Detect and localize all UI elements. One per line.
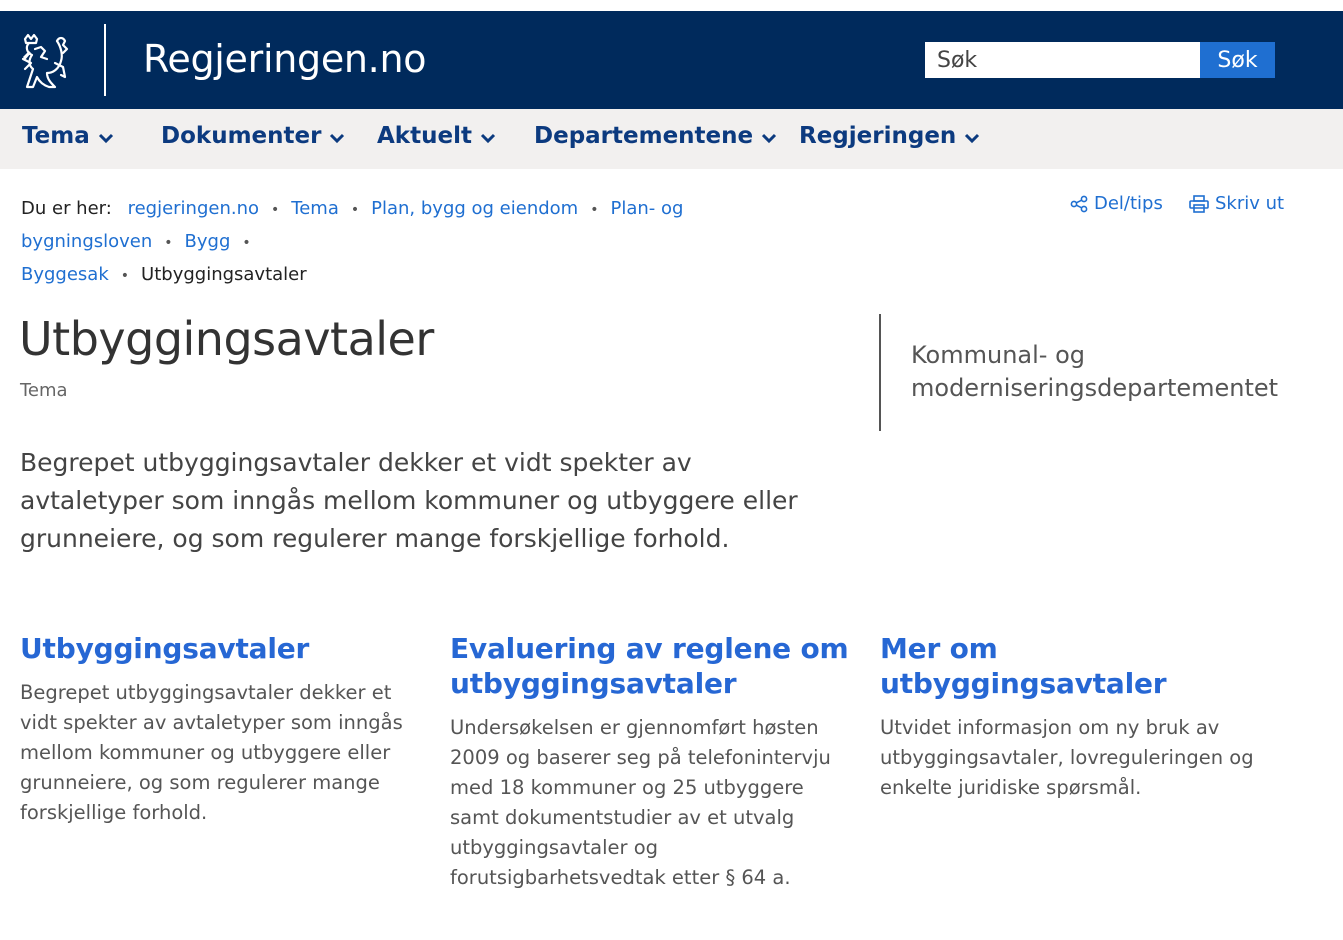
top-strip [0,0,1343,11]
breadcrumb-separator: • [350,202,360,218]
nav-item-label: Aktuelt [377,123,472,149]
nav-item-regjeringen[interactable]: Regjeringen [799,123,980,149]
search-button[interactable]: Søk [1200,42,1275,78]
share-icon [1070,195,1088,212]
site-header: Regjeringen.no Søk [0,11,1343,109]
breadcrumb-link[interactable]: Byggesak [21,264,109,285]
breadcrumb-label: Du er her: [21,198,112,219]
chevron-down-icon [965,133,980,144]
share-button[interactable]: Del/tips [1070,193,1163,214]
chevron-down-icon [98,133,113,144]
breadcrumb-current: Utbyggingsavtaler [141,264,307,285]
breadcrumb-separator: • [164,235,173,251]
card: Evaluering av reglene om utbyggingsavtal… [450,631,850,893]
search-input[interactable] [925,42,1200,78]
chevron-down-icon [762,133,777,144]
nav-item-label: Tema [22,123,90,149]
department-name: Kommunal- og moderniseringsdepartementet [911,341,1279,402]
breadcrumb-separator: • [242,235,251,251]
print-button[interactable]: Skriv ut [1189,193,1284,214]
chevron-down-icon [330,133,345,144]
breadcrumb: Du er her: regjeringen.no • Tema • Plan, byg… [21,193,861,292]
card-text: Utvidet informasjon om ny bruk av utbygg… [880,716,1254,799]
lead-paragraph: Begrepet utbyggingsavtaler dekker et vid… [20,448,798,553]
card-text: Begrepet utbyggingsavtaler dekker et vid… [20,681,403,824]
card: Mer om utbyggingsavtaler Utvidet informa… [880,631,1280,803]
breadcrumb-separator: • [590,202,599,218]
page-title: Utbyggingsavtaler [19,312,434,366]
nav-item-label: Regjeringen [799,123,957,149]
card-title-link[interactable]: Evaluering av reglene om utbyggingsavtal… [450,631,850,701]
nav-item-aktuelt[interactable]: Aktuelt [377,123,496,149]
logo[interactable] [19,33,71,91]
print-label: Skriv ut [1215,193,1285,214]
breadcrumb-link[interactable]: regjeringen.no [128,198,259,219]
norwegian-lion-coat-of-arms-icon [21,33,69,89]
printer-icon [1189,194,1209,213]
nav-item-dokumenter[interactable]: Dokumenter [161,123,345,149]
breadcrumb-separator: • [120,268,130,284]
nav-item-tema[interactable]: Tema [22,123,114,149]
breadcrumb-link[interactable]: Tema [291,198,339,219]
share-label: Del/tips [1094,193,1163,214]
nav-item-label: Departementene [534,123,754,149]
nav-item-departementene[interactable]: Departementene [534,123,777,149]
chevron-down-icon [480,133,496,144]
breadcrumb-link[interactable]: Plan, bygg og eiendom [371,198,578,219]
breadcrumb-separator: • [271,202,280,218]
main-nav: Tema Dokumenter Aktuelt Departementene R… [0,109,1343,169]
card-title-link[interactable]: Mer om utbyggingsavtaler [880,631,1280,701]
card: Utbyggingsavtaler Begrepet utbyggingsavt… [20,631,405,828]
page-type: Tema [20,380,68,401]
header-divider [104,24,106,96]
card-title-link[interactable]: Utbyggingsavtaler [20,631,405,666]
sidebar-divider [879,314,881,431]
breadcrumb-link[interactable]: Bygg [185,231,231,252]
nav-item-label: Dokumenter [161,123,322,149]
site-title[interactable]: Regjeringen.no [143,37,427,81]
card-text: Undersøkelsen er gjennomført høsten 2009… [450,716,831,889]
